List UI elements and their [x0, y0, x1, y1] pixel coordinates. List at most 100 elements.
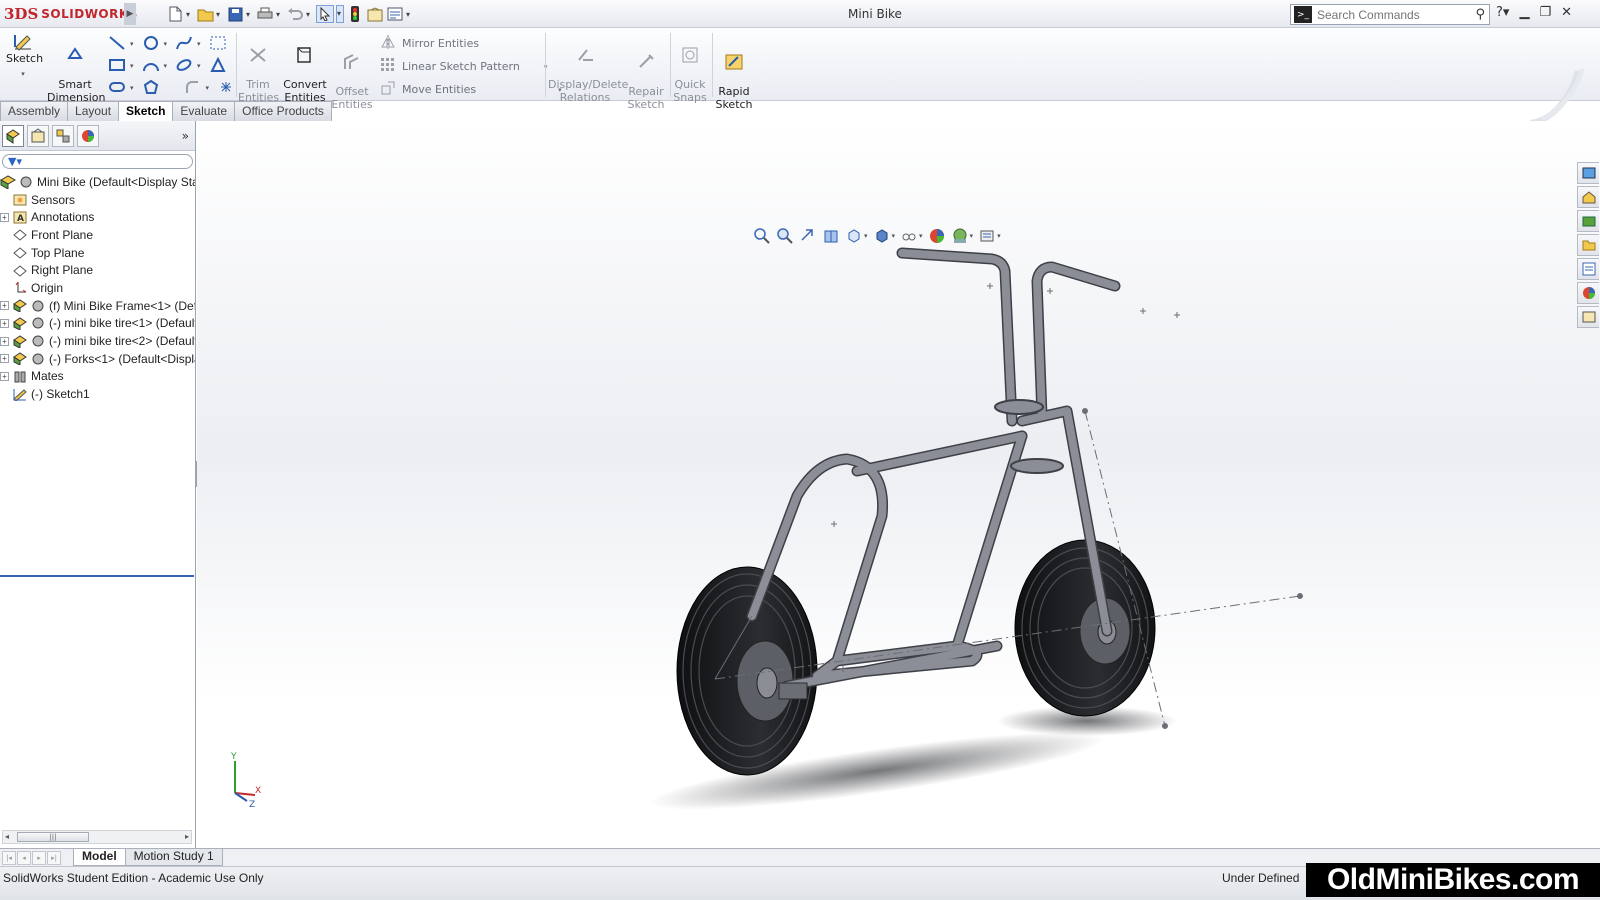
save-dropdown-arrow-icon[interactable]: ▾: [246, 10, 254, 19]
slot-icon[interactable]: [108, 79, 126, 98]
expand-plus-icon[interactable]: +: [0, 212, 9, 222]
hide-show-items-icon[interactable]: [900, 227, 918, 245]
open-dropdown-arrow-icon[interactable]: ▾: [216, 10, 224, 19]
search-icon[interactable]: ⚲: [1475, 7, 1485, 22]
line-dropdown-icon[interactable]: ▾: [130, 40, 134, 48]
sketch-text-icon[interactable]: [209, 56, 227, 76]
rapid-sketch-button[interactable]: Rapid Sketch: [715, 39, 753, 124]
tree-root-assembly[interactable]: Mini Bike (Default<Display State-1>): [0, 173, 195, 191]
mirror-entities-button[interactable]: Mirror Entities: [380, 34, 479, 53]
expand-plus-icon[interactable]: +: [0, 336, 9, 346]
edit-appearance-icon[interactable]: [928, 227, 946, 245]
sketch-button[interactable]: Sketch ▾: [6, 32, 43, 81]
help-icon[interactable]: ?▾: [1496, 5, 1509, 20]
sketch-dropdown-arrow-icon[interactable]: ▾: [6, 68, 40, 81]
expand-plus-icon[interactable]: +: [0, 301, 9, 311]
tab-evaluate[interactable]: Evaluate: [172, 101, 236, 121]
tab-assembly[interactable]: Assembly: [0, 101, 69, 121]
options-dropdown-arrow-icon[interactable]: ▾: [406, 10, 414, 19]
slot-dropdown-icon[interactable]: ▾: [130, 84, 134, 92]
spline-icon[interactable]: [175, 35, 193, 54]
expand-plus-icon[interactable]: +: [0, 371, 9, 381]
view-settings-dropdown-icon[interactable]: ▾: [997, 232, 1001, 240]
display-style-icon[interactable]: [873, 227, 891, 245]
solidworks-resources-icon[interactable]: [1577, 162, 1599, 184]
tab-office-products[interactable]: Office Products: [234, 101, 332, 121]
rollback-bar[interactable]: [0, 575, 194, 577]
minimize-icon[interactable]: ▁: [1519, 5, 1529, 20]
select-pointer-icon[interactable]: [316, 5, 334, 23]
tree-item[interactable]: Front Plane: [0, 226, 195, 244]
arc-dropdown-icon[interactable]: ▾: [164, 62, 168, 70]
display-grid-icon[interactable]: [209, 35, 227, 54]
previous-view-icon[interactable]: [799, 227, 817, 245]
view-orientation-icon[interactable]: [845, 227, 863, 245]
print-icon[interactable]: [256, 5, 274, 23]
zoom-to-fit-icon[interactable]: [753, 227, 771, 245]
design-library-icon[interactable]: [1577, 186, 1599, 208]
circle-dropdown-icon[interactable]: ▾: [164, 40, 168, 48]
tree-item[interactable]: + (-) mini bike tire<2> (Default<<Default…: [0, 332, 195, 350]
tree-item[interactable]: Origin: [0, 279, 195, 297]
apply-scene-icon[interactable]: [951, 227, 969, 245]
select-dropdown-arrow-icon[interactable]: ▾: [336, 5, 344, 23]
display-manager-tab-icon[interactable]: [77, 124, 99, 147]
undo-dropdown-arrow-icon[interactable]: ▾: [306, 10, 314, 19]
new-document-icon[interactable]: [166, 5, 184, 23]
menu-expand-arrow-icon[interactable]: ▶: [124, 3, 136, 25]
last-tab-arrow-icon[interactable]: ▸|: [47, 850, 61, 865]
tab-layout[interactable]: Layout: [67, 101, 120, 121]
prev-tab-arrow-icon[interactable]: ◂: [17, 850, 31, 865]
line-icon[interactable]: [108, 35, 126, 54]
tab-sketch[interactable]: Sketch: [118, 101, 174, 122]
tree-item[interactable]: (-) Sketch1: [0, 385, 195, 403]
polygon-icon[interactable]: [142, 79, 160, 98]
offset-entities-button[interactable]: Offset Entities: [330, 39, 374, 124]
graphics-area[interactable]: Y X Z ▾ ▾ ▾ ▾ ▾ ▭ ▯ ▁ ❐ ✕: [197, 121, 1600, 848]
rebuild-traffic-light-icon[interactable]: [346, 5, 364, 23]
file-explorer-icon[interactable]: [1577, 210, 1599, 232]
options-icon[interactable]: [386, 5, 404, 23]
custom-properties-icon[interactable]: [1577, 306, 1599, 328]
section-view-icon[interactable]: [822, 227, 840, 245]
fillet-dropdown-icon[interactable]: ▾: [206, 84, 210, 92]
open-folder-icon[interactable]: [196, 5, 214, 23]
close-icon[interactable]: ✕: [1561, 5, 1572, 20]
horizontal-scrollbar[interactable]: ◂ ||| ▸: [2, 830, 192, 844]
panel-expand-arrows-icon[interactable]: »: [182, 129, 189, 143]
tree-item[interactable]: + (-) Forks<1> (Default<Display State-1>): [0, 350, 195, 368]
view-palette-folder-icon[interactable]: [1577, 234, 1599, 256]
tree-item[interactable]: + Mates: [0, 368, 195, 386]
restore-icon[interactable]: ❐: [1539, 5, 1551, 20]
move-entities-button[interactable]: Move Entities ▾: [380, 80, 562, 99]
expand-plus-icon[interactable]: +: [0, 318, 9, 328]
print-dropdown-arrow-icon[interactable]: ▾: [276, 10, 284, 19]
view-orientation-dropdown-icon[interactable]: ▾: [864, 232, 868, 240]
tree-item[interactable]: Sensors: [0, 191, 195, 209]
tree-item[interactable]: Top Plane: [0, 244, 195, 262]
scroll-thumb[interactable]: |||: [17, 832, 89, 842]
scroll-right-arrow-icon[interactable]: ▸: [185, 831, 189, 843]
display-style-dropdown-icon[interactable]: ▾: [892, 232, 896, 240]
circle-icon[interactable]: [142, 35, 160, 54]
property-manager-tab-icon[interactable]: [27, 124, 49, 147]
tab-model[interactable]: Model: [73, 849, 126, 866]
apply-scene-dropdown-icon[interactable]: ▾: [970, 232, 974, 240]
rectangle-dropdown-icon[interactable]: ▾: [130, 62, 134, 70]
feature-tree-filter[interactable]: ▼▾: [2, 154, 193, 169]
appearances-scenes-icon[interactable]: [1577, 282, 1599, 304]
view-settings-icon[interactable]: [978, 227, 996, 245]
tree-item[interactable]: + (-) mini bike tire<1> (Default<<Default…: [0, 315, 195, 333]
ellipse-icon[interactable]: [175, 57, 193, 76]
save-icon[interactable]: [226, 5, 244, 23]
file-properties-icon[interactable]: [366, 5, 384, 23]
tree-item[interactable]: Right Plane: [0, 261, 195, 279]
scroll-left-arrow-icon[interactable]: ◂: [5, 831, 9, 843]
search-results-icon[interactable]: [1577, 258, 1599, 280]
new-dropdown-arrow-icon[interactable]: ▾: [186, 10, 194, 19]
search-commands-box[interactable]: >_ ⚲: [1290, 4, 1490, 25]
zoom-to-area-icon[interactable]: [776, 227, 794, 245]
solidworks-logo[interactable]: 3DS SOLIDWORKS: [4, 4, 137, 24]
arc-icon[interactable]: [142, 57, 160, 76]
point-icon[interactable]: [217, 79, 235, 98]
